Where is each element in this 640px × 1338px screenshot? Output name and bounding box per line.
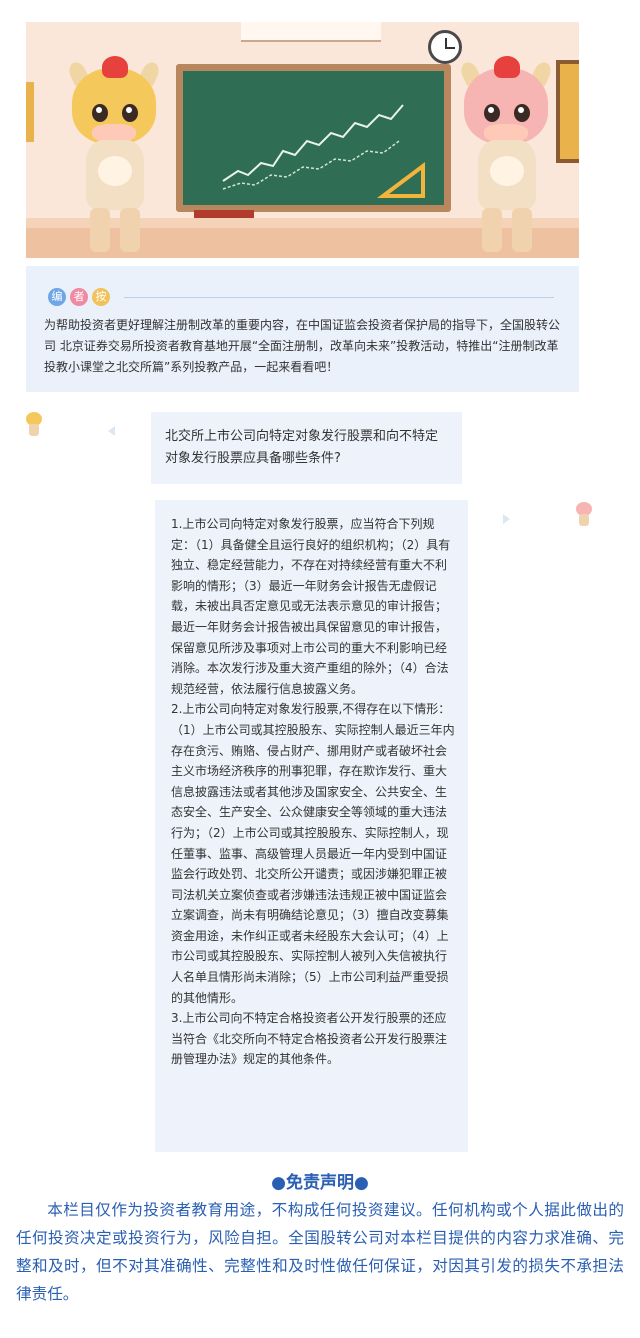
divider <box>124 297 554 298</box>
disclaimer-title: ●免责声明● <box>271 1173 369 1193</box>
question-bubble: 北交所上市公司向特定对象发行股票和向不特定对象发行股票应具备哪些条件? <box>151 412 462 484</box>
bubble-pointer-left <box>108 426 115 436</box>
mascot-ox-right <box>456 56 556 258</box>
clock-icon <box>428 30 462 64</box>
editor-note-badges: 编 者 按 <box>48 288 110 306</box>
badge-zhe: 者 <box>70 288 88 306</box>
badge-bian: 编 <box>48 288 66 306</box>
stock-chart-drawing <box>222 104 425 198</box>
chalkboard <box>176 64 451 212</box>
editor-note-text: 为帮助投资者更好理解注册制改革的重要内容，在中国证监会投资者保护局的指导下，全国… <box>44 318 561 374</box>
mascot-avatar-icon-right <box>574 500 594 526</box>
editor-note-card: 编 者 按 为帮助投资者更好理解注册制改革的重要内容，在中国证监会投资者保护局的… <box>26 266 579 392</box>
answer-bubble: 1.上市公司向特定对象发行股票，应当符合下列规定：（1）具备健全且运行良好的组织… <box>155 500 468 1152</box>
answer-paragraph-3: 3.上市公司向不特定合格投资者公开发行股票的还应当符合《北交所向不特定合格投资者… <box>171 1011 448 1067</box>
bubble-pointer-right <box>503 514 510 524</box>
ceiling-shelf <box>241 22 381 42</box>
hero-banner-illustration <box>26 22 579 258</box>
chalk-tray <box>194 210 254 218</box>
wall-frame-right <box>556 60 579 163</box>
answer-paragraph-1: 1.上市公司向特定对象发行股票，应当符合下列规定：（1）具备健全且运行良好的组织… <box>171 517 451 696</box>
disclaimer-text: 本栏目仅作为投资者教育用途，不构成任何投资建议。任何机构或个人据此做出的任何投资… <box>16 1201 624 1303</box>
mascot-avatar-icon-left <box>24 410 44 436</box>
mascot-ox-left <box>64 56 164 258</box>
wall-frame-left <box>26 82 34 142</box>
answer-paragraph-2: 2.上市公司向特定对象发行股票,不得存在以下情形：（1）上市公司或其控股股东、实… <box>171 702 455 1005</box>
badge-an: 按 <box>92 288 110 306</box>
